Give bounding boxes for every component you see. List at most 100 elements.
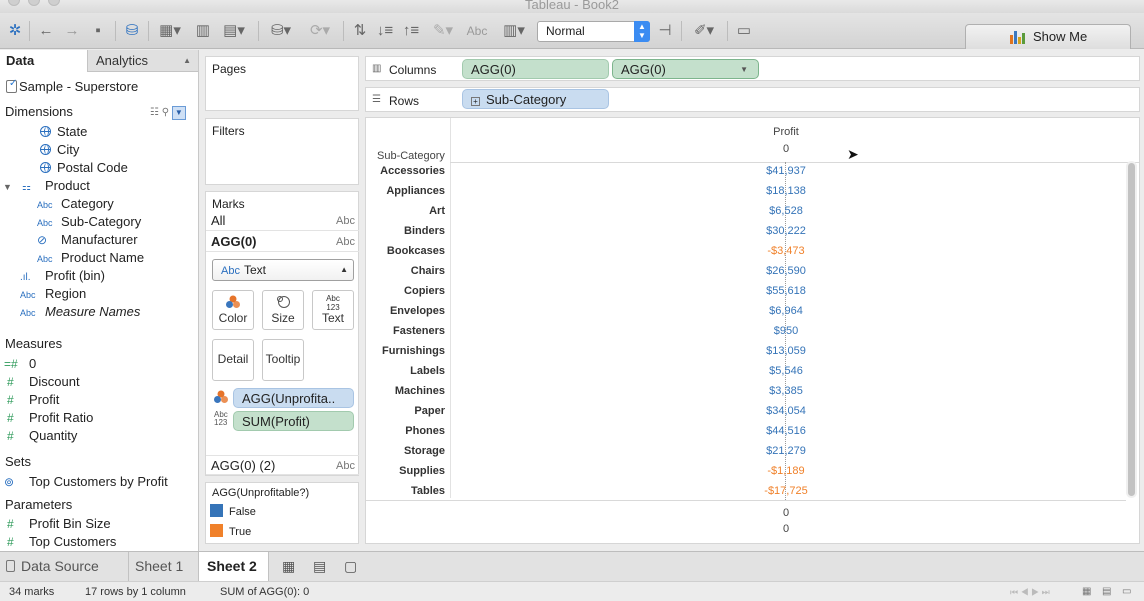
expand-plus-icon[interactable]: + xyxy=(471,97,480,106)
row-label[interactable]: Bookcases xyxy=(366,245,445,257)
profit-value-label[interactable]: $21,279 xyxy=(736,445,836,457)
legend-item-false[interactable]: False xyxy=(210,504,256,518)
save-icon[interactable]: ▪ xyxy=(88,22,108,40)
profit-value-label[interactable]: -$3,473 xyxy=(736,245,836,257)
view-list-icon[interactable]: ☷ xyxy=(150,107,159,118)
row-header-sub-category[interactable]: Sub-Category xyxy=(377,150,445,162)
profit-value-label[interactable]: $3,385 xyxy=(736,385,836,397)
field-top-customers-set[interactable]: ⊚ Top Customers by Profit xyxy=(4,473,168,491)
row-label[interactable]: Furnishings xyxy=(366,345,445,357)
show-mark-labels-button[interactable]: Abc xyxy=(466,22,488,40)
dimensions-menu-dropdown-icon[interactable]: ▼ xyxy=(171,106,186,120)
tooltip-button[interactable]: Tooltip xyxy=(262,339,304,381)
field-profit-bin[interactable]: .ıl. Profit (bin) xyxy=(20,267,105,285)
profit-value-label[interactable]: $34,054 xyxy=(736,405,836,417)
profit-value-label[interactable]: $26,590 xyxy=(736,265,836,277)
field-profit-ratio[interactable]: # Profit Ratio xyxy=(7,409,93,427)
tableau-logo-icon[interactable]: ✲ xyxy=(6,22,24,40)
data-source-item[interactable]: Sample - Superstore xyxy=(6,78,138,94)
new-data-source-icon[interactable]: ⛁ xyxy=(122,22,142,40)
field-region[interactable]: Abc Region xyxy=(20,285,86,303)
filters-card[interactable]: Filters xyxy=(205,118,359,185)
profit-value-label[interactable]: $6,528 xyxy=(736,205,836,217)
scrollbar-thumb[interactable] xyxy=(1128,163,1135,496)
sheet-2-tab[interactable]: Sheet 2 xyxy=(199,552,269,581)
profit-value-label[interactable]: $13,059 xyxy=(736,345,836,357)
field-state[interactable]: State xyxy=(40,123,87,141)
presentation-mode-icon[interactable]: ▭ xyxy=(734,22,754,40)
row-label[interactable]: Storage xyxy=(366,445,445,457)
profit-value-label[interactable]: -$17,725 xyxy=(736,485,836,497)
row-label[interactable]: Fasteners xyxy=(366,325,445,337)
field-quantity[interactable]: # Quantity xyxy=(7,427,77,445)
profit-value-label[interactable]: $41,937 xyxy=(736,165,836,177)
field-profit[interactable]: # Profit xyxy=(7,391,59,409)
row-label[interactable]: Appliances xyxy=(366,185,445,197)
field-profit-bin-size[interactable]: # Profit Bin Size xyxy=(7,515,111,533)
field-zero[interactable]: =# 0 xyxy=(4,355,36,373)
pause-updates-icon[interactable]: ⛁▾ xyxy=(265,22,297,40)
sheet-1-tab[interactable]: Sheet 1 xyxy=(129,552,199,581)
vertical-scrollbar[interactable] xyxy=(1126,161,1137,498)
new-story-icon[interactable]: ▢ xyxy=(344,558,357,575)
columns-pill-agg0-selected[interactable]: AGG(0) ▼ xyxy=(612,59,759,79)
row-label[interactable]: Binders xyxy=(366,225,445,237)
rows-pill-sub-category[interactable]: + Sub-Category xyxy=(462,89,609,109)
row-label[interactable]: Supplies xyxy=(366,465,445,477)
redo-icon[interactable]: → xyxy=(62,22,82,40)
sort-ascending-icon[interactable]: ↓≡ xyxy=(375,22,395,40)
fixed-axes-icon[interactable]: ▥▾ xyxy=(497,22,531,40)
field-sub-category[interactable]: Abc Sub-Category xyxy=(37,213,141,231)
refresh-icon[interactable]: ⟳▾ xyxy=(304,22,336,40)
size-button[interactable]: Size xyxy=(262,290,304,330)
pages-card[interactable]: Pages xyxy=(205,56,359,111)
sort-descending-icon[interactable]: ↑≡ xyxy=(401,22,421,40)
tab-analytics[interactable]: Analytics ▲ xyxy=(87,50,198,72)
new-dashboard-icon[interactable]: ▤ xyxy=(313,558,326,575)
profit-value-label[interactable]: $18,138 xyxy=(736,185,836,197)
row-label[interactable]: Machines xyxy=(366,385,445,397)
profit-value-label[interactable]: $55,618 xyxy=(736,285,836,297)
pill-dropdown-icon[interactable]: ▼ xyxy=(740,60,748,78)
new-worksheet-icon[interactable]: ▦▾ xyxy=(154,22,186,40)
row-label[interactable]: Phones xyxy=(366,425,445,437)
row-label[interactable]: Envelopes xyxy=(366,305,445,317)
swap-rows-columns-icon[interactable]: ⇅ xyxy=(350,22,370,40)
row-label[interactable]: Tables xyxy=(366,485,445,497)
tab-data[interactable]: Data xyxy=(0,50,87,72)
profit-value-label[interactable]: $30,222 xyxy=(736,225,836,237)
marks-agg0-2-tab[interactable]: AGG(0) (2) Abc xyxy=(206,455,359,475)
profit-value-label[interactable]: $5,546 xyxy=(736,365,836,377)
highlight-icon[interactable]: ✎▾ xyxy=(427,22,459,40)
legend-item-true[interactable]: True xyxy=(210,524,251,538)
data-source-tab[interactable]: Data Source xyxy=(0,552,129,581)
profit-value-label[interactable]: $6,964 xyxy=(736,305,836,317)
grid-view-icon[interactable]: ▦ xyxy=(1082,582,1091,601)
field-manufacturer[interactable]: ⊘ Manufacturer xyxy=(37,231,138,249)
field-category[interactable]: Abc Category xyxy=(37,195,114,213)
page-navigation-icon[interactable]: ⏮ ◀ ▶ ⏭ xyxy=(1010,582,1050,601)
pen-icon[interactable]: ✐▾ xyxy=(688,22,720,40)
field-product-name[interactable]: Abc Product Name xyxy=(37,249,144,267)
row-label[interactable]: Paper xyxy=(366,405,445,417)
fix-axes-icon[interactable]: ⊣ xyxy=(656,22,674,40)
marks-pill-sum-profit[interactable]: SUM(Profit) xyxy=(233,411,354,431)
profit-value-label[interactable]: $44,516 xyxy=(736,425,836,437)
undo-icon[interactable]: ← xyxy=(36,22,56,40)
marks-agg0-tab[interactable]: AGG(0) Abc xyxy=(206,232,359,252)
row-label[interactable]: Labels xyxy=(366,365,445,377)
field-city[interactable]: City xyxy=(40,141,79,159)
clear-sheet-icon[interactable]: ▤▾ xyxy=(218,22,250,40)
profit-value-label[interactable]: -$1,189 xyxy=(736,465,836,477)
columns-pill-agg0[interactable]: AGG(0) xyxy=(462,59,609,79)
field-measure-names[interactable]: Abc Measure Names xyxy=(20,303,140,321)
detail-button[interactable]: Detail xyxy=(212,339,254,381)
profit-value-label[interactable]: $950 xyxy=(736,325,836,337)
row-label[interactable]: Chairs xyxy=(366,265,445,277)
new-worksheet-icon[interactable]: ▦ xyxy=(282,558,295,575)
show-me-button[interactable]: Show Me xyxy=(965,24,1131,49)
field-product-hierarchy[interactable]: ▼ ⚏ Product xyxy=(3,177,90,195)
field-discount[interactable]: # Discount xyxy=(7,373,80,391)
column-header-profit[interactable]: Profit xyxy=(736,126,836,138)
row-label[interactable]: Art xyxy=(366,205,445,217)
